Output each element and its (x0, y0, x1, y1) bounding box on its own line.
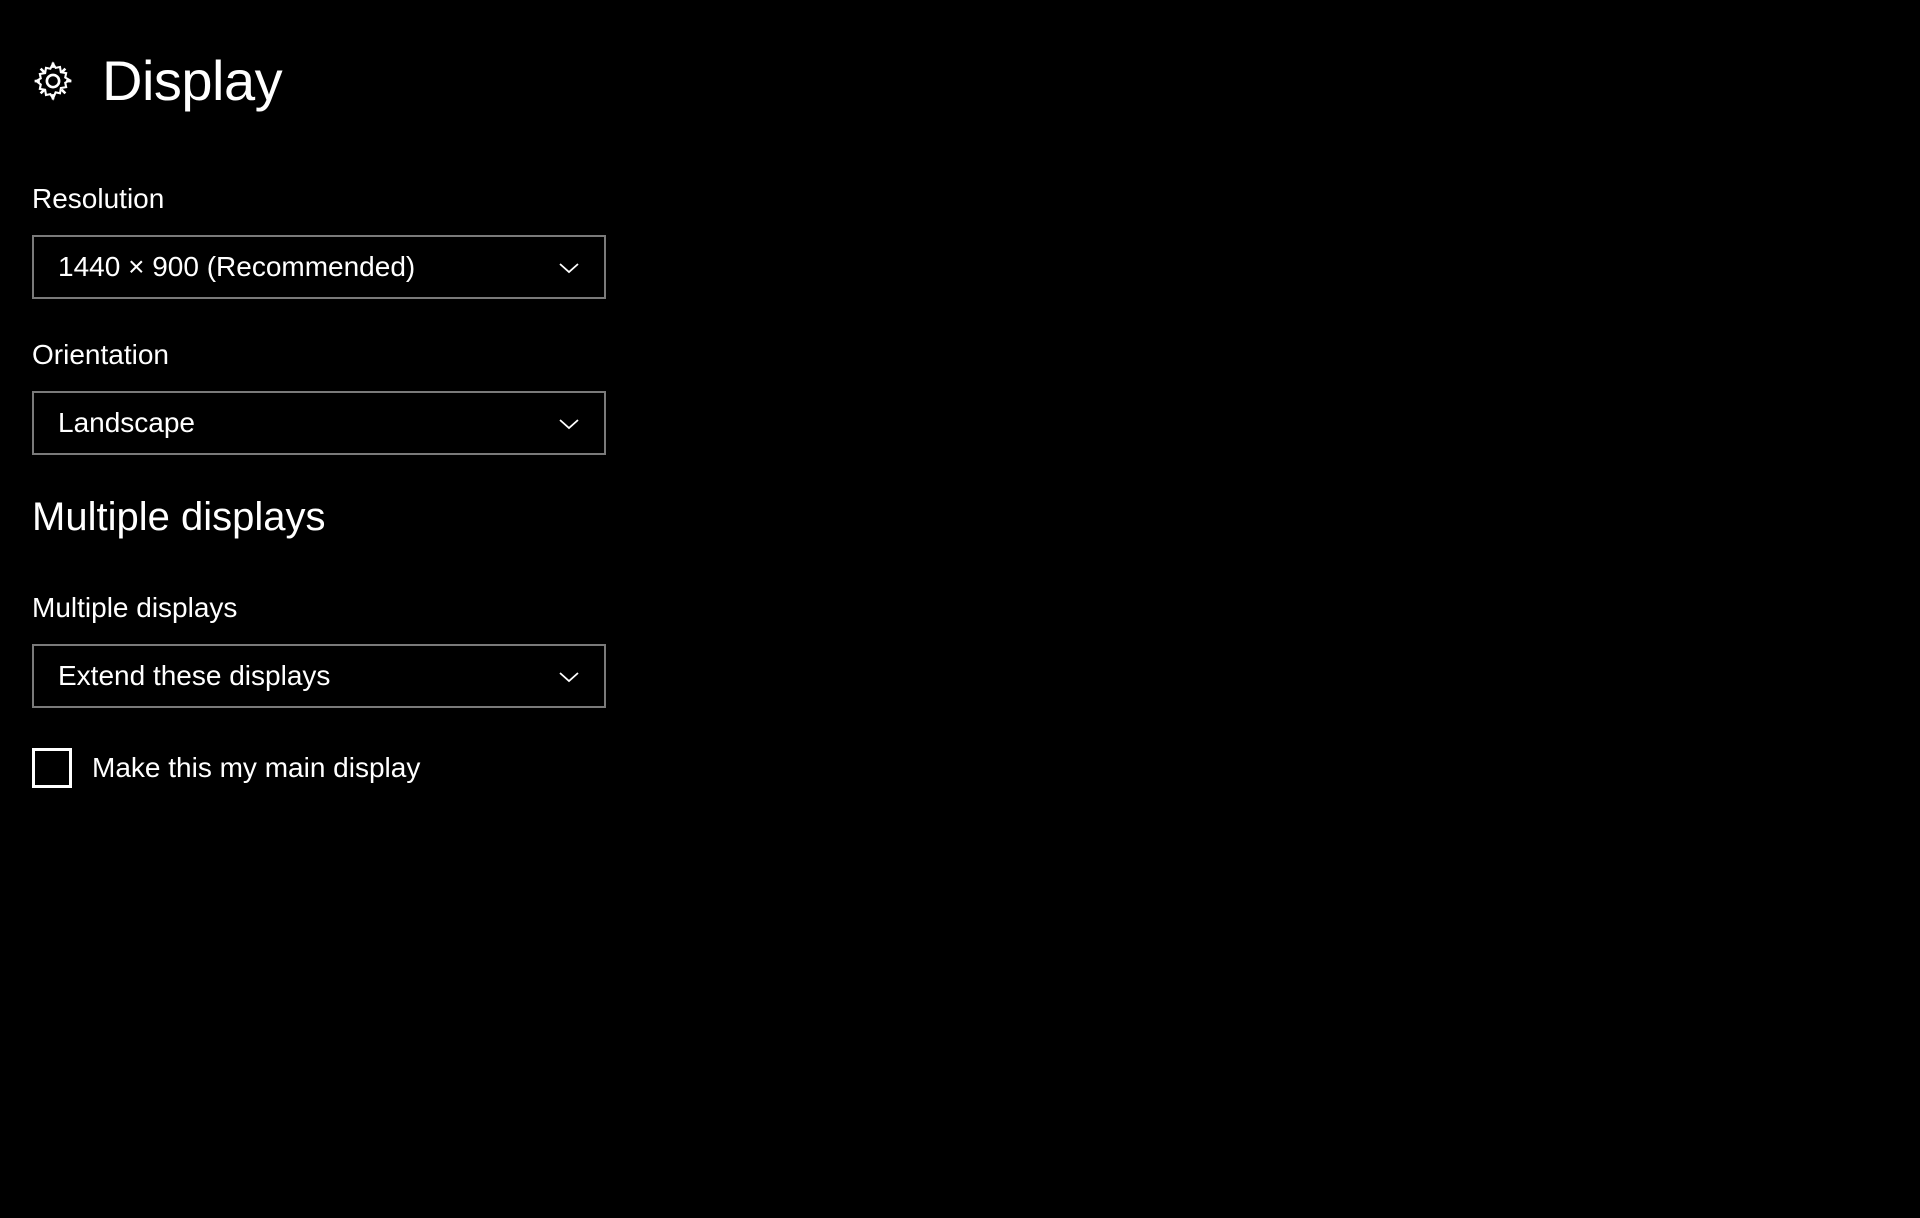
multiple-displays-dropdown[interactable]: Extend these displays (32, 644, 606, 708)
chevron-down-icon (558, 261, 580, 273)
resolution-dropdown[interactable]: 1440 × 900 (Recommended) (32, 235, 606, 299)
main-display-label: Make this my main display (92, 752, 420, 784)
page-title: Display (102, 48, 282, 113)
multiple-displays-label: Multiple displays (32, 592, 1888, 624)
main-display-checkbox-row: Make this my main display (32, 748, 1888, 788)
page-header: Display (32, 48, 1888, 113)
orientation-label: Orientation (32, 339, 1888, 371)
orientation-dropdown[interactable]: Landscape (32, 391, 606, 455)
main-display-checkbox[interactable] (32, 748, 72, 788)
chevron-down-icon (558, 417, 580, 429)
resolution-value: 1440 × 900 (Recommended) (58, 251, 415, 283)
multiple-displays-heading: Multiple displays (32, 495, 1888, 540)
orientation-value: Landscape (58, 407, 195, 439)
resolution-label: Resolution (32, 183, 1888, 215)
gear-icon (32, 60, 74, 102)
multiple-displays-value: Extend these displays (58, 660, 330, 692)
chevron-down-icon (558, 670, 580, 682)
